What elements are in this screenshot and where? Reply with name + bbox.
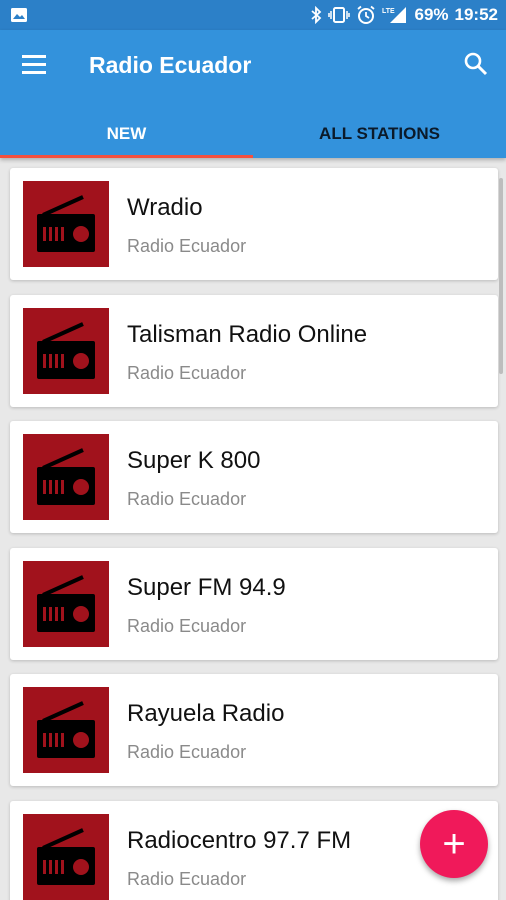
tab-new[interactable]: NEW	[0, 110, 253, 158]
station-name: Super K 800	[127, 447, 261, 475]
station-name: Radiocentro 97.7 FM	[127, 826, 352, 854]
bluetooth-icon	[310, 6, 322, 24]
radio-icon	[23, 181, 109, 267]
clock-time: 19:52	[454, 5, 498, 24]
add-station-button[interactable]: +	[420, 810, 488, 878]
app-title: Radio Ecuador	[89, 52, 252, 78]
battery-percent: 69%	[414, 5, 449, 24]
station-name: Rayuela Radio	[127, 700, 285, 728]
station-subtitle: Radio Ecuador	[127, 615, 247, 636]
app-bar: Radio Ecuador NEW ALL STATIONS	[0, 30, 506, 158]
search-button[interactable]	[462, 50, 490, 78]
station-name: Super FM 94.9	[127, 573, 286, 601]
station-name: Talisman Radio Online	[127, 320, 368, 348]
radio-icon	[23, 687, 109, 774]
station-subtitle: Radio Ecuador	[127, 742, 247, 763]
station-list: Wradio Radio Ecuador Talisman Radio Onli…	[10, 168, 498, 900]
add-icon: +	[442, 822, 466, 866]
search-icon	[464, 52, 488, 76]
station-subtitle: Radio Ecuador	[127, 236, 247, 256]
tab-bar: NEW ALL STATIONS	[0, 110, 506, 158]
image-icon	[10, 6, 28, 29]
status-bar: LTE 69% 19:52	[0, 0, 506, 30]
svg-text:LTE: LTE	[382, 8, 395, 15]
station-name: Wradio	[127, 194, 203, 221]
station-subtitle: Radio Ecuador	[127, 489, 247, 510]
station-card[interactable]: Talisman Radio Online Radio Ecuador	[10, 294, 498, 407]
menu-button[interactable]	[20, 52, 50, 78]
radio-icon	[23, 813, 109, 900]
tab-all-stations[interactable]: ALL STATIONS	[253, 110, 506, 158]
radio-icon	[23, 307, 109, 394]
radio-icon	[23, 434, 109, 521]
scrollbar[interactable]	[499, 178, 503, 374]
station-card[interactable]: Rayuela Radio Radio Ecuador	[10, 674, 498, 787]
station-card[interactable]: Super FM 94.9 Radio Ecuador	[10, 547, 498, 660]
station-card[interactable]: Wradio Radio Ecuador	[10, 168, 498, 280]
radio-icon	[23, 560, 109, 647]
station-card[interactable]: Super K 800 Radio Ecuador	[10, 421, 498, 534]
alarm-icon	[356, 5, 376, 25]
lte-signal-icon: LTE	[382, 5, 408, 25]
vibrate-icon	[328, 6, 351, 24]
station-subtitle: Radio Ecuador	[127, 868, 247, 889]
menu-icon	[22, 55, 46, 74]
station-subtitle: Radio Ecuador	[127, 362, 247, 383]
